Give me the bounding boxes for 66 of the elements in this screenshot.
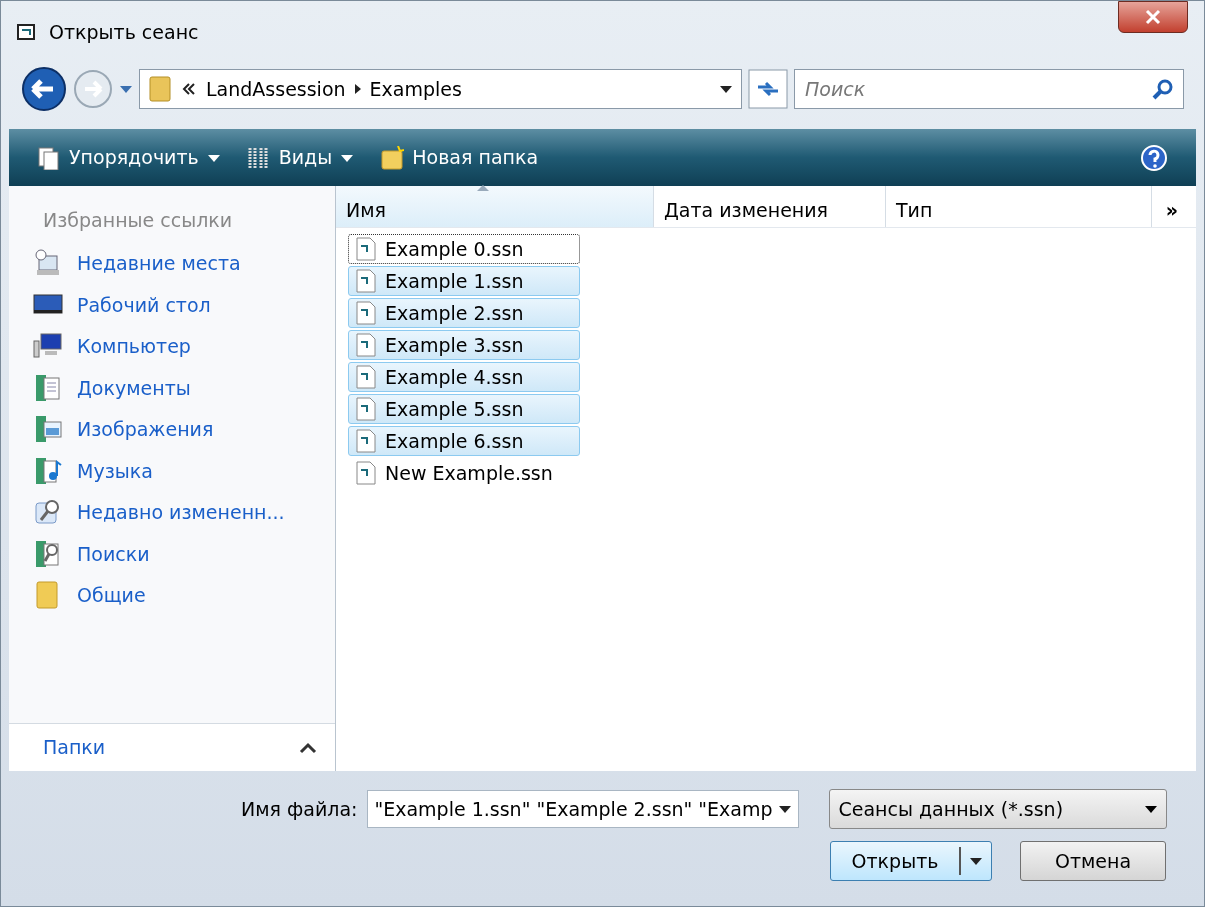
- address-bar[interactable]: LandAssession Examples: [139, 69, 742, 109]
- help-icon[interactable]: [1140, 143, 1168, 172]
- history-dropdown-icon[interactable]: [119, 84, 133, 94]
- menu-button[interactable]: Упорядочить: [37, 143, 221, 172]
- column-header[interactable]: Имя: [336, 186, 654, 227]
- section-heading: Избранные ссылки: [42, 208, 234, 233]
- open-button[interactable]: Открыть: [830, 841, 992, 881]
- column-header[interactable]: Дата изменения: [654, 186, 886, 227]
- back-button[interactable]: [21, 66, 67, 112]
- file-icon: [355, 333, 377, 357]
- window-title: Открыть сеанс: [49, 19, 199, 45]
- sidebar-item[interactable]: Недавно измененн...: [9, 491, 335, 533]
- file-type-dropdown[interactable]: Сеансы данных (*.ssn): [829, 789, 1168, 829]
- sidebar-item[interactable]: Общие: [9, 574, 335, 616]
- refresh-button[interactable]: [748, 69, 788, 109]
- caret-icon: [969, 856, 983, 866]
- file-item[interactable]: Example 3.ssn: [348, 330, 580, 360]
- document-library-icon: [33, 372, 63, 403]
- file-icon: [355, 301, 377, 325]
- sidebar-item[interactable]: Поиски: [9, 533, 335, 575]
- search-field[interactable]: Поиск: [794, 69, 1184, 109]
- breadcrumb-arrow-icon: [353, 83, 362, 95]
- dropdown-icon[interactable]: [719, 84, 733, 94]
- close-icon: [1144, 9, 1162, 25]
- filename-label: Имя файла:: [241, 796, 358, 822]
- cancel-button[interactable]: Отмена: [1020, 841, 1166, 881]
- file-icon: [355, 461, 377, 485]
- file-icon: [355, 365, 377, 389]
- file-item[interactable]: Example 5.ssn: [348, 394, 580, 424]
- sort-arrow-icon: [476, 184, 490, 192]
- file-icon: [355, 397, 377, 421]
- file-item[interactable]: New Example.ssn: [348, 458, 580, 488]
- breadcrumb[interactable]: Examples: [369, 74, 462, 104]
- pages-icon: [37, 145, 61, 170]
- column-header[interactable]: Тип: [886, 186, 1152, 227]
- file-item[interactable]: Example 4.ssn: [348, 362, 580, 392]
- folders-toggle[interactable]: Папки: [9, 723, 335, 771]
- picture-library-icon: [33, 414, 63, 445]
- more-columns-button[interactable]: »: [1155, 186, 1196, 227]
- filename-field[interactable]: "Example 1.ssn" "Example 2.ssn" "Examp: [367, 790, 800, 828]
- views-icon: [246, 145, 271, 170]
- sidebar-item[interactable]: Музыка: [9, 450, 335, 492]
- sidebar-item[interactable]: Недавние места: [9, 242, 335, 284]
- sidebar-item[interactable]: Документы: [9, 367, 335, 409]
- file-icon: [355, 429, 377, 453]
- dropdown-icon[interactable]: [778, 804, 793, 814]
- sidebar-item[interactable]: Рабочий стол: [9, 284, 335, 326]
- new-folder-button[interactable]: Новая папка: [380, 143, 539, 172]
- close-button[interactable]: [1118, 1, 1188, 33]
- dropdown-icon: [1144, 804, 1159, 814]
- menu-button[interactable]: Виды: [246, 143, 355, 172]
- caret-icon: [206, 152, 221, 163]
- file-icon: [355, 237, 377, 261]
- file-item[interactable]: Example 6.ssn: [348, 426, 580, 456]
- search-icon: [1152, 78, 1174, 100]
- breadcrumb-overflow-icon: [182, 83, 196, 95]
- music-library-icon: [33, 455, 63, 486]
- file-item[interactable]: Example 1.ssn: [348, 266, 580, 296]
- file-item[interactable]: Example 2.ssn: [348, 298, 580, 328]
- sidebar-item[interactable]: Компьютер: [9, 325, 335, 367]
- sidebar-item[interactable]: Изображения: [9, 408, 335, 450]
- file-icon: [355, 269, 377, 293]
- new-folder-icon: [380, 145, 405, 170]
- breadcrumb[interactable]: LandAssession: [206, 74, 346, 104]
- caret-icon: [340, 152, 355, 163]
- folder-icon: [148, 75, 172, 103]
